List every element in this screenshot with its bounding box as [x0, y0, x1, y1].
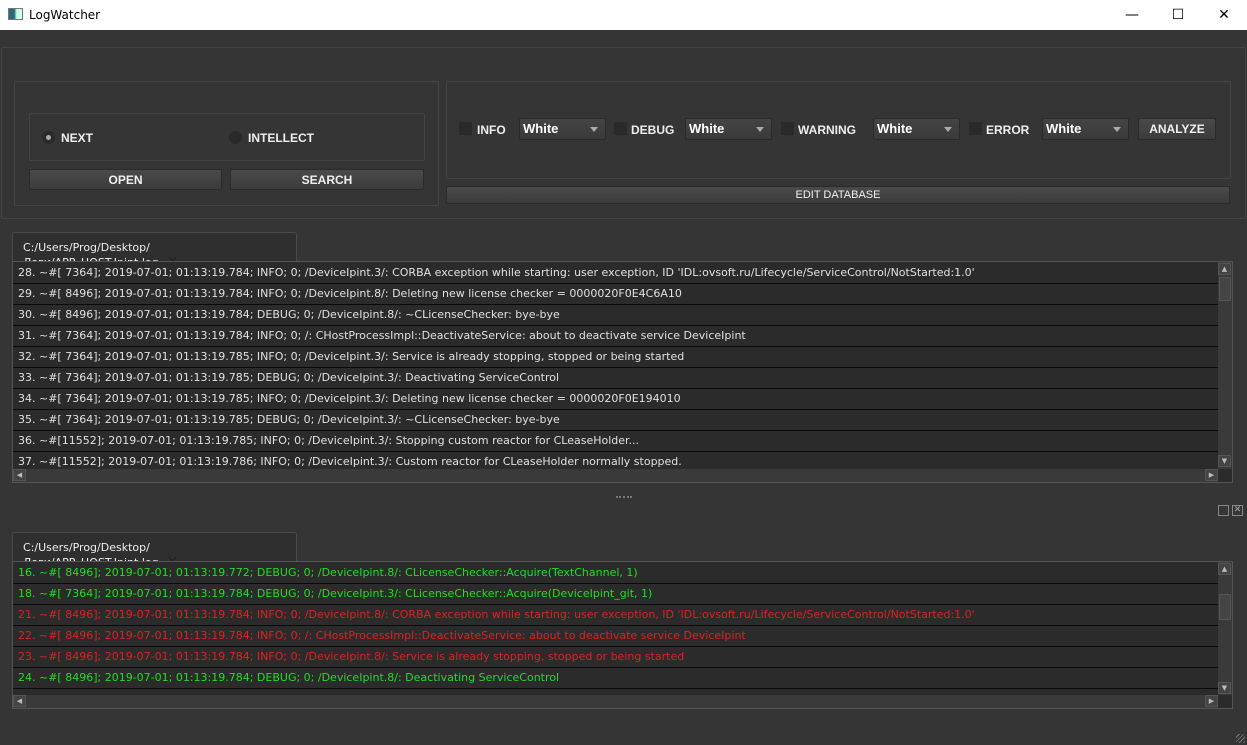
log-row[interactable]: 16. ~#[ 8496]; 2019-07-01; 01:13:19.772;… [13, 563, 1218, 584]
close-button[interactable]: ✕ [1201, 0, 1247, 30]
scroll-right-icon[interactable]: ▶ [1205, 469, 1218, 481]
log-row[interactable]: 21. ~#[ 8496]; 2019-07-01; 01:13:19.784;… [13, 605, 1218, 626]
radio-intellect-label: INTELLECT [248, 131, 314, 145]
log-row[interactable]: 23. ~#[ 8496]; 2019-07-01; 01:13:19.784;… [13, 647, 1218, 668]
info-label: INFO [477, 123, 506, 137]
info-checkbox[interactable] [459, 122, 472, 135]
debug-color-select[interactable]: White [685, 118, 772, 140]
title-bar: LogWatcher — ☐ ✕ [0, 0, 1247, 30]
chevron-down-icon [1113, 127, 1121, 132]
warning-color-value: White [877, 121, 913, 136]
scroll-right-icon[interactable]: ▶ [1205, 695, 1218, 707]
warning-color-select[interactable]: White [873, 118, 960, 140]
warning-checkbox[interactable] [781, 122, 794, 135]
scroll-up-icon[interactable]: ▲ [1218, 263, 1231, 275]
log-list-1: 28. ~#[ 7364]; 2019-07-01; 01:13:19.784;… [12, 261, 1233, 483]
radio-next[interactable] [42, 131, 55, 144]
vertical-scrollbar[interactable]: ▲ ▼ [1218, 262, 1232, 469]
debug-checkbox[interactable] [614, 122, 627, 135]
log-row[interactable]: 18. ~#[ 7364]; 2019-07-01; 01:13:19.784;… [13, 584, 1218, 605]
window-title: LogWatcher [29, 8, 101, 22]
log-row[interactable]: 35. ~#[ 7364]; 2019-07-01; 01:13:19.785;… [13, 410, 1218, 431]
scroll-left-icon[interactable]: ◀ [13, 469, 26, 481]
scroll-down-icon[interactable]: ▼ [1218, 682, 1231, 694]
log-row[interactable]: 24. ~#[ 8496]; 2019-07-01; 01:13:19.784;… [13, 668, 1218, 689]
info-color-select[interactable]: White [519, 118, 606, 140]
scroll-thumb[interactable] [1219, 594, 1231, 620]
error-color-select[interactable]: White [1042, 118, 1129, 140]
minimize-button[interactable]: — [1109, 0, 1155, 30]
log-row[interactable]: 32. ~#[ 7364]; 2019-07-01; 01:13:19.785;… [13, 347, 1218, 368]
log-list-2: 16. ~#[ 8496]; 2019-07-01; 01:13:19.772;… [12, 561, 1233, 709]
error-checkbox[interactable] [969, 122, 982, 135]
search-button[interactable]: SEARCH [230, 169, 424, 190]
error-label: ERROR [986, 123, 1030, 137]
resize-grip[interactable] [1236, 734, 1245, 743]
log-row[interactable]: 31. ~#[ 7364]; 2019-07-01; 01:13:19.784;… [13, 326, 1218, 347]
log-row[interactable]: 36. ~#[11552]; 2019-07-01; 01:13:19.785;… [13, 431, 1218, 452]
open-button[interactable]: OPEN [29, 169, 222, 190]
scroll-left-icon[interactable]: ◀ [13, 695, 26, 707]
vertical-scrollbar[interactable]: ▲ ▼ [1218, 562, 1232, 695]
log-row[interactable]: 22. ~#[ 8496]; 2019-07-01; 01:13:19.784;… [13, 626, 1218, 647]
scroll-down-icon[interactable]: ▼ [1218, 455, 1231, 467]
log-row[interactable]: 30. ~#[ 8496]; 2019-07-01; 01:13:19.784;… [13, 305, 1218, 326]
maximize-button[interactable]: ☐ [1155, 0, 1201, 30]
radio-intellect[interactable] [229, 131, 242, 144]
chevron-down-icon [944, 127, 952, 132]
scroll-thumb[interactable] [1219, 277, 1231, 301]
analyze-button[interactable]: ANALYZE [1138, 118, 1216, 140]
horizontal-scrollbar[interactable]: ◀ ▶ [13, 469, 1218, 482]
info-color-value: White [523, 121, 559, 136]
error-color-value: White [1046, 121, 1082, 136]
splitter-handle[interactable] [616, 496, 632, 498]
chevron-down-icon [756, 127, 764, 132]
horizontal-scrollbar[interactable]: ◀ ▶ [13, 695, 1218, 708]
edit-database-button[interactable]: EDIT DATABASE [446, 186, 1230, 204]
app-icon [8, 8, 23, 20]
debug-color-value: White [689, 121, 725, 136]
radio-next-label: NEXT [61, 131, 94, 145]
tab-log-file-1[interactable]: C:/Users/Prog/Desktop/Логи/APP_HOST.Ipin… [12, 232, 297, 270]
warning-label: WARNING [798, 123, 856, 137]
log-row[interactable]: 28. ~#[ 7364]; 2019-07-01; 01:13:19.784;… [13, 263, 1218, 284]
log-row[interactable]: 29. ~#[ 8496]; 2019-07-01; 01:13:19.784;… [13, 284, 1218, 305]
tab-log-file-2[interactable]: C:/Users/Prog/Desktop/Логи/APP_HOST.Ipin… [12, 532, 297, 570]
close-dock-icon[interactable]: ✕ [1232, 505, 1243, 516]
log-row[interactable]: 34. ~#[ 7364]; 2019-07-01; 01:13:19.785;… [13, 389, 1218, 410]
log-row[interactable]: 33. ~#[ 7364]; 2019-07-01; 01:13:19.785;… [13, 368, 1218, 389]
debug-label: DEBUG [631, 123, 675, 137]
scroll-up-icon[interactable]: ▲ [1218, 563, 1231, 575]
float-dock-icon[interactable] [1218, 505, 1229, 516]
chevron-down-icon [590, 127, 598, 132]
